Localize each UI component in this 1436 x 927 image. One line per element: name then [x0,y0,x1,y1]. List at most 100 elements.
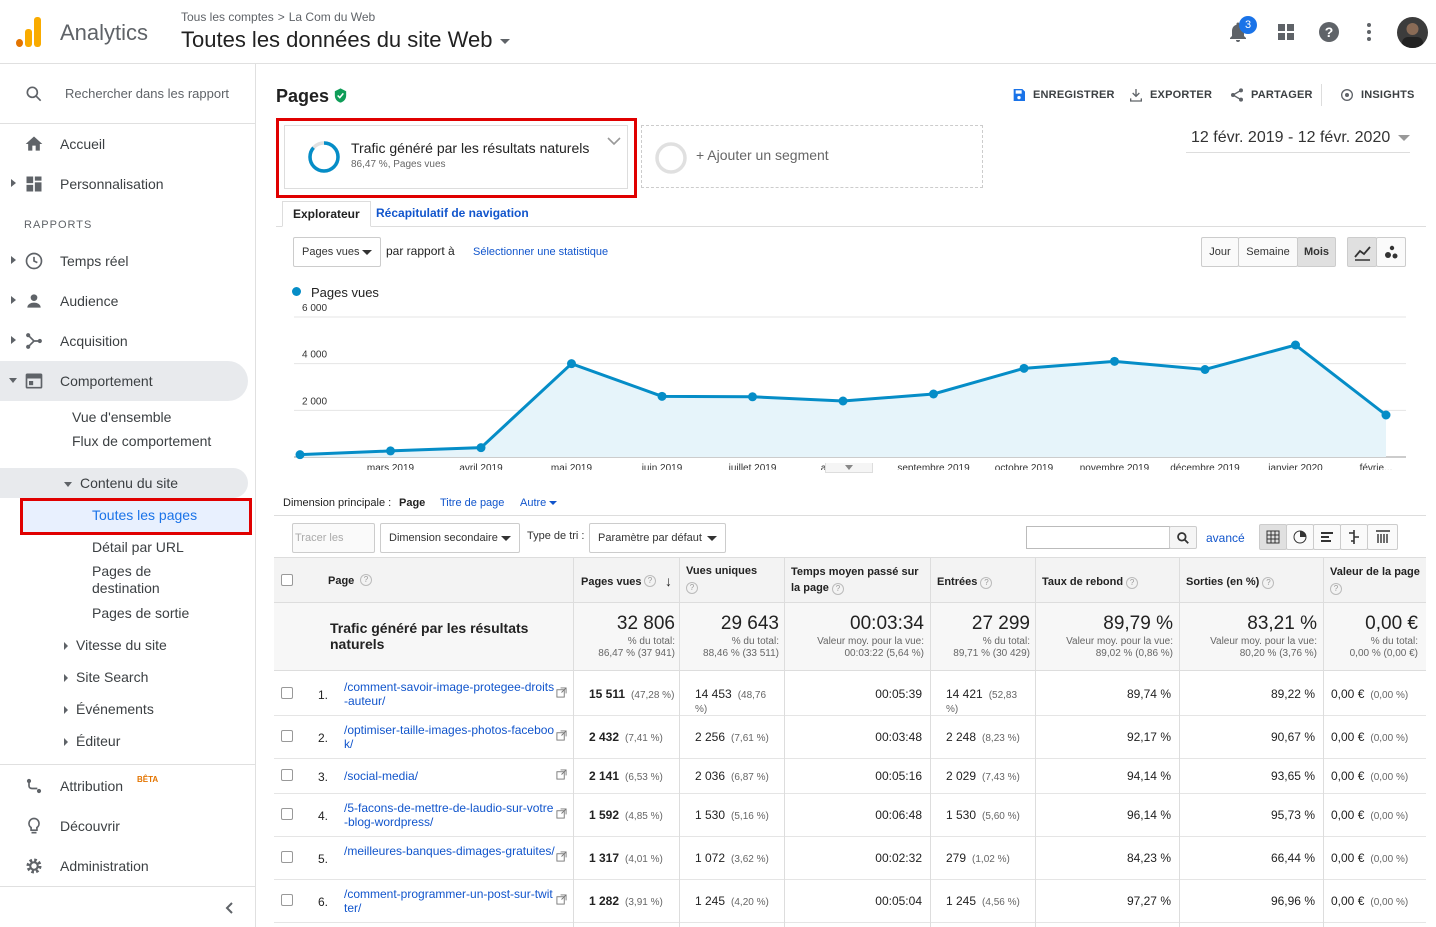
crumb-account[interactable]: La Com du Web [289,10,376,24]
data-point[interactable] [1110,356,1119,366]
sidebar-item-attribution[interactable]: Attribution BÊTA [0,766,248,806]
col-header-exits[interactable]: Sorties (en %) ? [1186,576,1275,589]
save-button[interactable]: ENREGISTRER [1013,89,1115,101]
motion-chart-toggle[interactable] [1376,237,1406,267]
sidebar-item-home[interactable]: Accueil [0,124,248,164]
external-link-icon[interactable] [556,729,567,741]
external-link-icon[interactable] [556,807,567,819]
row-page-link[interactable]: /meilleures-banques-dimages-gratuites/ [344,844,556,858]
external-link-icon[interactable] [556,686,567,698]
data-point[interactable] [748,392,757,402]
view-pivot-toggle[interactable] [1367,524,1398,550]
insights-button[interactable]: INSIGHTS [1341,89,1415,101]
col-header-entrances[interactable]: Entrées ? [937,576,993,589]
data-point[interactable] [929,389,938,399]
sidebar-item-overview[interactable]: Vue d'ensemble [72,409,171,426]
export-button[interactable]: EXPORTER [1130,89,1212,102]
table-search-input[interactable] [1026,526,1170,549]
help-icon[interactable]: ? [644,575,656,587]
help-icon[interactable]: ? [831,583,844,595]
share-button[interactable]: PARTAGER [1231,88,1313,102]
row-checkbox[interactable] [281,893,293,906]
data-point[interactable] [1200,365,1210,374]
sidebar-item-exit-pages[interactable]: Pages de sortie [92,605,189,622]
sidebar-item-site-speed[interactable]: Vitesse du site [64,637,167,654]
view-table-toggle[interactable] [1259,524,1287,550]
select-all-checkbox[interactable] [281,574,293,586]
row-checkbox[interactable] [281,686,293,699]
search-input[interactable]: Rechercher dans les rapport [65,86,229,101]
day-button[interactable]: Jour [1201,237,1239,267]
sidebar-item-behavior[interactable]: Comportement [0,361,248,401]
date-range-selector[interactable]: 12 févr. 2019 - 12 févr. 2020 [1191,129,1411,147]
external-link-icon[interactable] [556,768,567,780]
help-icon[interactable]: ? [1262,577,1275,589]
col-header-unique[interactable]: Vues uniques? [686,564,776,594]
table-search-button[interactable] [1169,526,1197,549]
external-link-icon[interactable] [556,893,567,905]
analytics-logo-icon[interactable] [16,17,42,47]
col-header-pageviews[interactable]: Pages vues? ↓ [581,573,672,589]
col-header-page[interactable]: Page? [328,574,372,587]
select-metric-link[interactable]: Sélectionner une statistique [473,246,608,258]
help-icon[interactable]: ? [1330,583,1342,595]
sidebar-item-audience[interactable]: Audience [0,281,248,321]
dimension-page[interactable]: Page [399,497,425,509]
data-point[interactable] [295,450,305,460]
row-checkbox[interactable] [281,807,293,820]
sidebar-item-landing-pages[interactable]: Pages de destination [92,563,202,597]
view-comparison-toggle[interactable] [1340,524,1368,550]
sidebar-search[interactable]: Rechercher dans les rapport [0,74,248,114]
sidebar-item-customization[interactable]: Personnalisation [0,164,248,204]
sort-desc-arrow-icon[interactable]: ↓ [665,573,672,589]
collapse-sidebar-chevron-icon[interactable] [222,900,238,916]
data-point[interactable] [1019,363,1029,373]
metric-select[interactable]: Pages vues [293,237,381,267]
more-vert-icon[interactable] [1357,20,1381,44]
data-point[interactable] [657,391,667,401]
row-page-link[interactable]: /social-media/ [344,769,556,783]
sidebar-item-discover[interactable]: Découvrir [0,806,248,846]
row-page-link[interactable]: /5-facons-de-mettre-de-laudio-sur-votre-… [344,801,556,829]
month-button[interactable]: Mois [1297,237,1336,267]
row-page-link[interactable]: /optimiser-taille-images-photos-facebook… [344,723,556,751]
help-icon[interactable]: ? [1126,577,1139,589]
dimension-other[interactable]: Autre [520,497,558,509]
view-performance-toggle[interactable] [1313,524,1341,550]
tab-explorer[interactable]: Explorateur [282,201,371,227]
row-page-link[interactable]: /comment-savoir-image-protegee-droits-au… [344,680,556,708]
data-point[interactable] [1291,340,1300,350]
add-segment-card[interactable]: + Ajouter un segment [641,125,983,188]
data-point[interactable] [1381,410,1391,420]
help-icon[interactable]: ? [980,577,993,589]
data-point[interactable] [476,443,486,453]
data-point[interactable] [386,446,395,456]
crumb-accounts[interactable]: Tous les comptes [181,10,274,24]
help-icon[interactable]: ? [1317,20,1341,44]
col-header-bounce[interactable]: Taux de rebond ? [1042,576,1139,589]
line-chart-toggle[interactable] [1347,237,1377,267]
help-icon[interactable]: ? [686,582,698,594]
avatar[interactable] [1397,17,1428,48]
sidebar-item-site-search[interactable]: Site Search [64,669,148,686]
row-checkbox[interactable] [281,768,293,781]
pageviews-line-chart[interactable]: 6 000 4 000 2 000 mars 2019 avril 2019 mai 20… [276,300,1426,470]
plot-rows-button[interactable]: Tracer les lignes [292,523,375,572]
advanced-filter-link[interactable]: avancé [1206,531,1245,545]
sidebar-item-events[interactable]: Événements [64,701,154,718]
external-link-icon[interactable] [556,850,567,862]
sidebar-item-realtime[interactable]: Temps réel [0,241,248,281]
help-icon[interactable]: ? [360,574,372,586]
week-button[interactable]: Semaine [1238,237,1298,267]
sidebar-item-admin[interactable]: Administration [0,846,248,886]
tab-navigation-summary[interactable]: Récapitulatif de navigation [376,206,529,220]
col-header-page-value[interactable]: Valeur de la page ? [1330,564,1420,596]
property-selector[interactable]: Toutes les données du site Web [181,27,511,53]
sidebar-item-flow[interactable]: Flux de comportement [72,433,222,450]
sidebar-item-drilldown[interactable]: Détail par URL [92,539,184,556]
chart-resize-handle[interactable] [825,463,873,473]
breadcrumb[interactable]: Tous les comptes > La Com du Web [181,10,375,24]
row-checkbox[interactable] [281,729,293,742]
row-page-link[interactable]: /comment-programmer-un-post-sur-twitter/ [344,887,556,915]
apps-grid-icon[interactable] [1274,20,1298,44]
